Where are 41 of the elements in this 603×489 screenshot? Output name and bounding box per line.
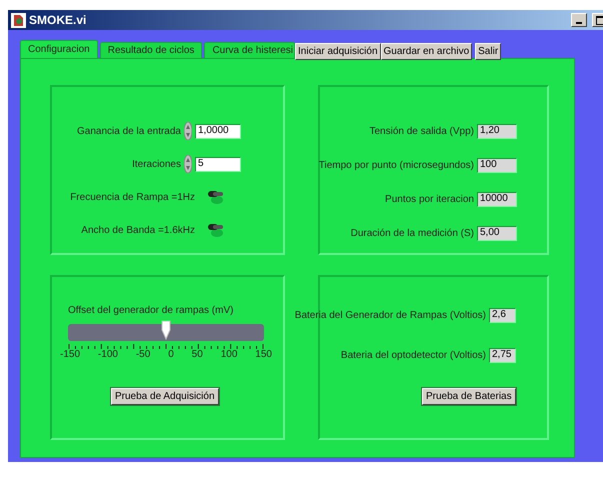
scale-label: -50: [136, 349, 150, 360]
field-label: Iteraciones: [132, 158, 181, 170]
maximize-icon: [596, 16, 603, 24]
window-title: SMOKE.vi: [29, 13, 88, 27]
acquisition-test-button[interactable]: Prueba de Adquisición: [111, 388, 219, 405]
minimize-button[interactable]: [571, 13, 587, 27]
scale-label: 0: [168, 349, 174, 360]
value-display: 1,20: [477, 124, 517, 138]
field-label: Ganancia de la entrada: [77, 126, 181, 136]
indicator-label: Bateria del Generador de Rampas (Voltios): [294, 310, 486, 320]
scale-label: 150: [255, 349, 272, 360]
indicator-label: Duración de la medición (S): [350, 228, 474, 238]
input-field[interactable]: 1,0000: [195, 124, 241, 138]
scale-label: -150: [60, 349, 80, 360]
battery-test-button[interactable]: Prueba de Baterias: [422, 388, 516, 405]
toolbar-button[interactable]: Salir: [475, 43, 502, 60]
toolbar-button[interactable]: Iniciar adquisición: [295, 43, 381, 60]
value-display: 100: [477, 158, 517, 172]
scale-label: 50: [192, 349, 203, 360]
spinner-icon[interactable]: [184, 122, 192, 140]
slider-thumb[interactable]: [161, 320, 171, 340]
input-field[interactable]: 5: [195, 156, 241, 172]
tab[interactable]: Configuracion: [20, 40, 98, 58]
slider-label: Offset del generador de rampas (mV): [68, 305, 234, 316]
app-icon: [11, 12, 26, 28]
indicator-label: Tensión de salida (Vpp): [369, 126, 474, 136]
spinner-icon[interactable]: [184, 155, 192, 173]
value-display: 2,75: [489, 348, 516, 362]
switch-label: Ancho de Banda =1.6kHz: [81, 224, 195, 236]
scale-label: -100: [98, 349, 118, 360]
indicator-label: Bateria del optodetector (Voltios): [340, 350, 486, 360]
value-display: 10000: [477, 192, 517, 206]
value-display: 2,6: [489, 308, 516, 322]
tab[interactable]: Resultado de ciclos: [100, 42, 202, 58]
value-display: 5,00: [477, 226, 517, 240]
tab[interactable]: Curva de histeresi: [204, 42, 296, 58]
scale-label: 100: [220, 349, 238, 360]
toolbar-button[interactable]: Guardar en archivo: [380, 43, 472, 60]
indicator-label: Puntos por iteracion: [385, 194, 474, 204]
indicator-label: Tiempo por punto (microsegundos): [318, 160, 474, 170]
switch-label: Frecuencia de Rampa =1Hz: [70, 192, 195, 202]
